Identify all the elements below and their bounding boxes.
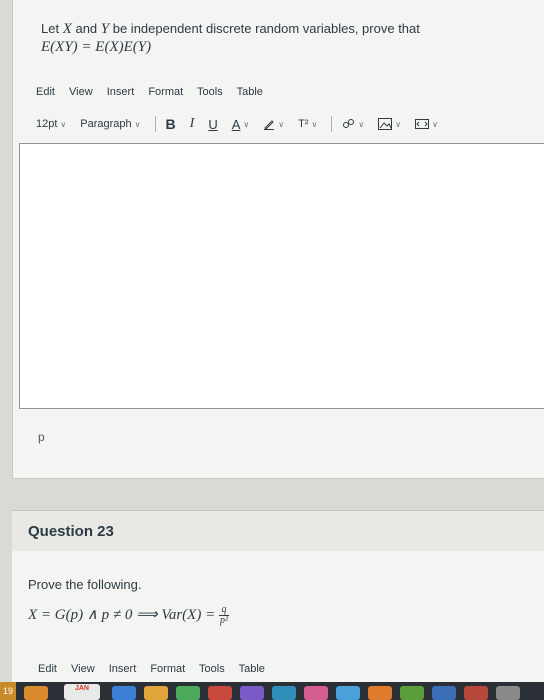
- menu-tools[interactable]: Tools: [199, 663, 225, 675]
- app-icon[interactable]: [272, 686, 296, 700]
- menu-edit[interactable]: Edit: [38, 663, 57, 675]
- font-size-value: 12pt: [36, 118, 58, 130]
- calendar-icon[interactable]: JAN: [64, 684, 100, 700]
- app-icon[interactable]: [112, 686, 136, 700]
- editor-menubar: Edit View Insert Format Tools Table: [38, 663, 276, 675]
- image-icon: [378, 118, 393, 130]
- var-x: X: [62, 21, 72, 37]
- chevron-down-icon: ∨: [358, 119, 365, 129]
- formula-text: X = G(p) ∧ p ≠ 0 ⟹ Var(X) =: [28, 607, 219, 623]
- block-format-select[interactable]: Paragraph ∨: [80, 118, 140, 130]
- chevron-down-icon: ∨: [278, 119, 285, 129]
- app-icon[interactable]: [368, 686, 392, 700]
- fraction-denominator: p²: [219, 615, 228, 627]
- highlighter-icon: [264, 120, 275, 130]
- rich-text-editor[interactable]: [19, 143, 544, 409]
- app-icon[interactable]: [400, 686, 424, 700]
- var-y: Y: [100, 21, 110, 37]
- block-format-value: Paragraph: [80, 118, 132, 130]
- bold-button[interactable]: B: [166, 116, 176, 132]
- question-prompt: Prove the following.: [28, 577, 142, 592]
- menu-format[interactable]: Format: [150, 663, 185, 675]
- underline-button[interactable]: U: [208, 117, 217, 132]
- font-size-select[interactable]: 12pt ∨: [36, 118, 66, 130]
- editor-status-path: p: [38, 430, 45, 444]
- question-header: Question 23: [12, 510, 544, 552]
- italic-button[interactable]: I: [190, 116, 195, 132]
- menu-format[interactable]: Format: [148, 86, 183, 98]
- question-prompt: Let X and Y be independent discrete rand…: [41, 20, 420, 56]
- chevron-down-icon: ∨: [243, 119, 250, 129]
- editor-toolbar: 12pt ∨ Paragraph ∨ B I U A ∨ ∨ T² ∨ ∨ ∨ …: [36, 116, 536, 132]
- toolbar-divider: [331, 116, 333, 132]
- question-formula: E(XY) = E(X)E(Y): [41, 39, 152, 55]
- menu-table[interactable]: Table: [239, 663, 265, 675]
- app-icon[interactable]: [304, 686, 328, 700]
- text-color-button[interactable]: A ∨: [232, 117, 250, 132]
- menu-edit[interactable]: Edit: [36, 86, 55, 98]
- fraction: q p²: [218, 605, 229, 627]
- chevron-down-icon: ∨: [311, 119, 318, 129]
- app-icon[interactable]: [208, 686, 232, 700]
- link-icon: [343, 119, 355, 128]
- embed-icon: [415, 119, 430, 129]
- prompt-text: be independent discrete random variables…: [109, 21, 420, 36]
- app-icon[interactable]: [432, 686, 456, 700]
- menu-tools[interactable]: Tools: [197, 86, 223, 98]
- chevron-down-icon: ∨: [432, 119, 438, 129]
- prompt-text: Let: [41, 21, 63, 36]
- prompt-text: and: [71, 21, 101, 36]
- chevron-down-icon: ∨: [60, 119, 67, 129]
- menu-view[interactable]: View: [71, 663, 95, 675]
- chevron-down-icon: ∨: [395, 119, 402, 129]
- image-button[interactable]: ∨: [378, 118, 401, 130]
- question-title: Question 23: [28, 523, 114, 540]
- menu-insert[interactable]: Insert: [107, 86, 135, 98]
- question-panel: Prove the following. X = G(p) ∧ p ≠ 0 ⟹ …: [12, 551, 544, 700]
- menu-insert[interactable]: Insert: [109, 663, 137, 675]
- app-icon[interactable]: [24, 686, 48, 700]
- link-button[interactable]: ∨: [342, 118, 364, 130]
- app-icon[interactable]: [240, 686, 264, 700]
- app-icon[interactable]: [336, 686, 360, 700]
- app-icon[interactable]: [144, 686, 168, 700]
- app-icon[interactable]: [176, 686, 200, 700]
- editor-menubar: Edit View Insert Format Tools Table: [36, 86, 274, 98]
- highlight-button[interactable]: ∨: [263, 118, 284, 130]
- superscript-button[interactable]: T² ∨: [298, 118, 317, 130]
- question-formula: X = G(p) ∧ p ≠ 0 ⟹ Var(X) = q p²: [28, 605, 229, 626]
- superscript-icon: T²: [298, 118, 309, 130]
- app-icon[interactable]: [464, 686, 488, 700]
- app-icon[interactable]: [496, 686, 520, 700]
- menu-view[interactable]: View: [69, 86, 93, 98]
- embed-button[interactable]: ∨: [415, 118, 438, 130]
- text-color-icon: A: [231, 116, 241, 132]
- chevron-down-icon: ∨: [134, 119, 141, 129]
- toolbar-divider: [154, 116, 156, 132]
- notification-badge: 19: [0, 682, 16, 700]
- menu-table[interactable]: Table: [237, 86, 263, 98]
